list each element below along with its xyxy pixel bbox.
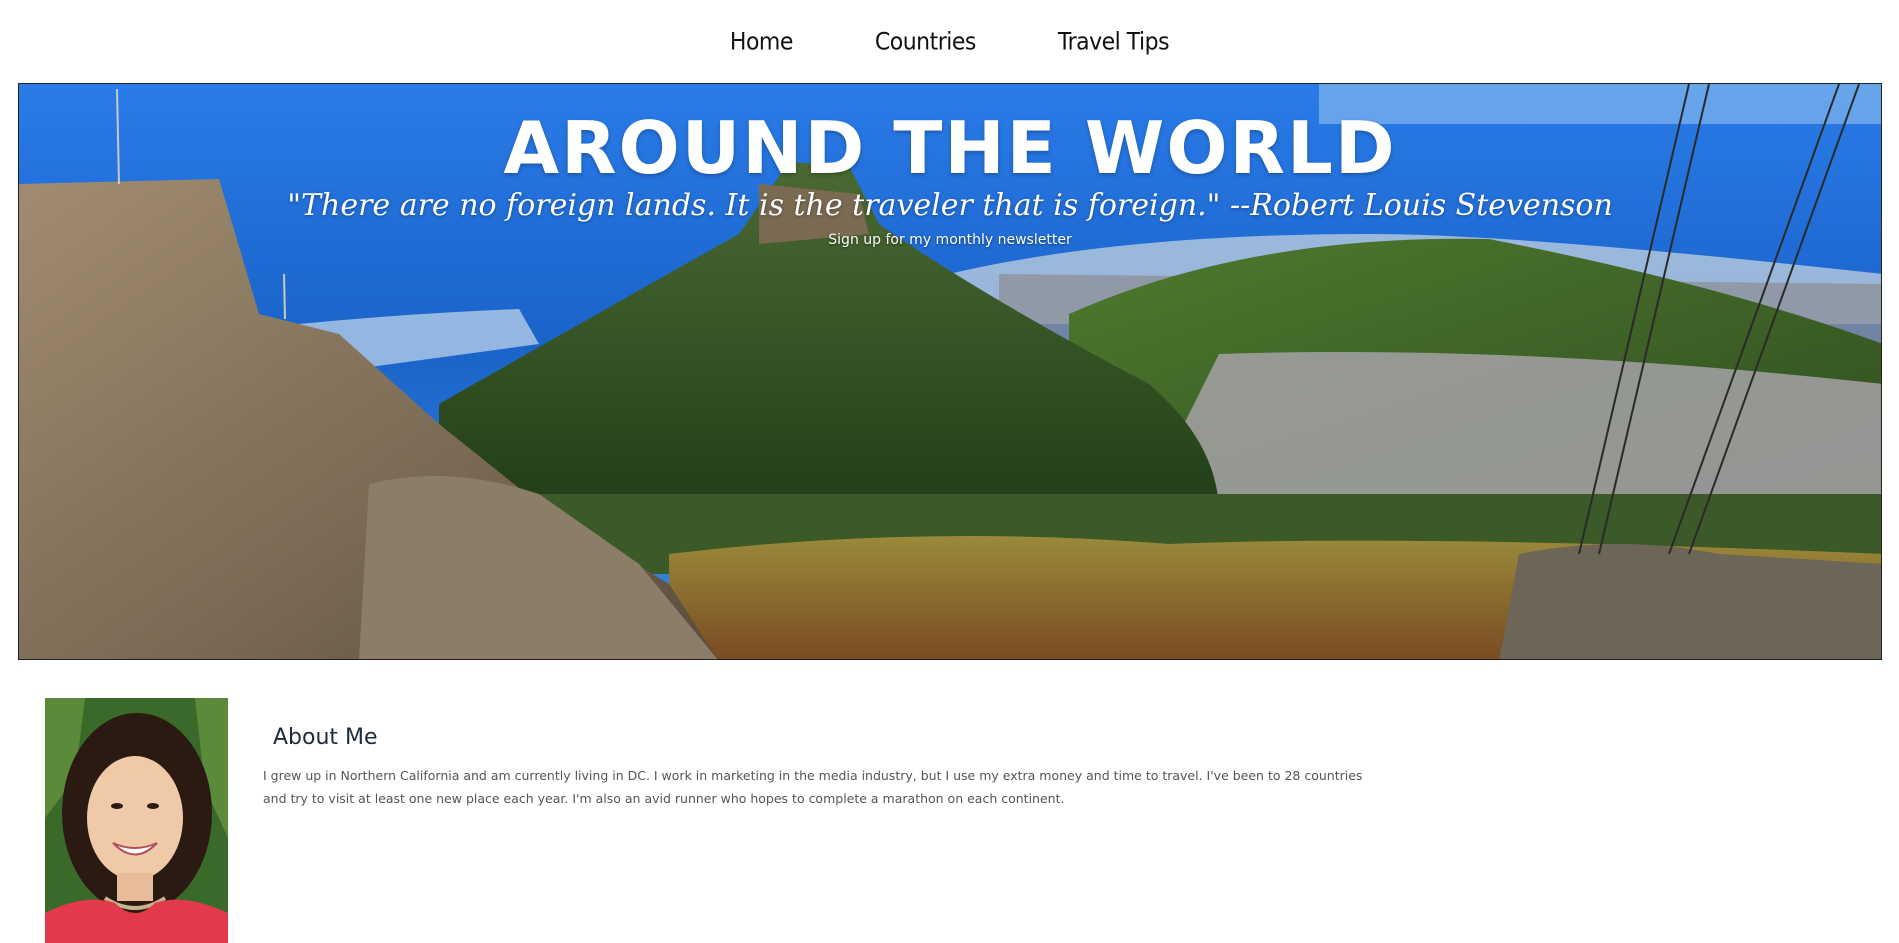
hero-quote: "There are no foreign lands. It is the t… (287, 188, 1613, 223)
nav-home-link[interactable]: Home (730, 29, 793, 56)
about-me-section: About Me I grew up in Northern Californi… (263, 725, 1383, 810)
nav-countries-link[interactable]: Countries (875, 29, 977, 56)
nav-travel-tips-link[interactable]: Travel Tips (1058, 29, 1170, 56)
hero-title: AROUND THE WORLD (503, 106, 1397, 190)
about-heading: About Me (273, 725, 378, 750)
top-nav: Home Countries Travel Tips (0, 0, 1899, 84)
profile-photo (45, 698, 228, 943)
avatar (45, 698, 228, 943)
about-body-text: I grew up in Northern California and am … (263, 768, 1363, 806)
newsletter-signup-link[interactable]: Sign up for my monthly newsletter (19, 232, 1881, 248)
hero-banner: AROUND THE WORLD "There are no foreign l… (18, 83, 1882, 660)
